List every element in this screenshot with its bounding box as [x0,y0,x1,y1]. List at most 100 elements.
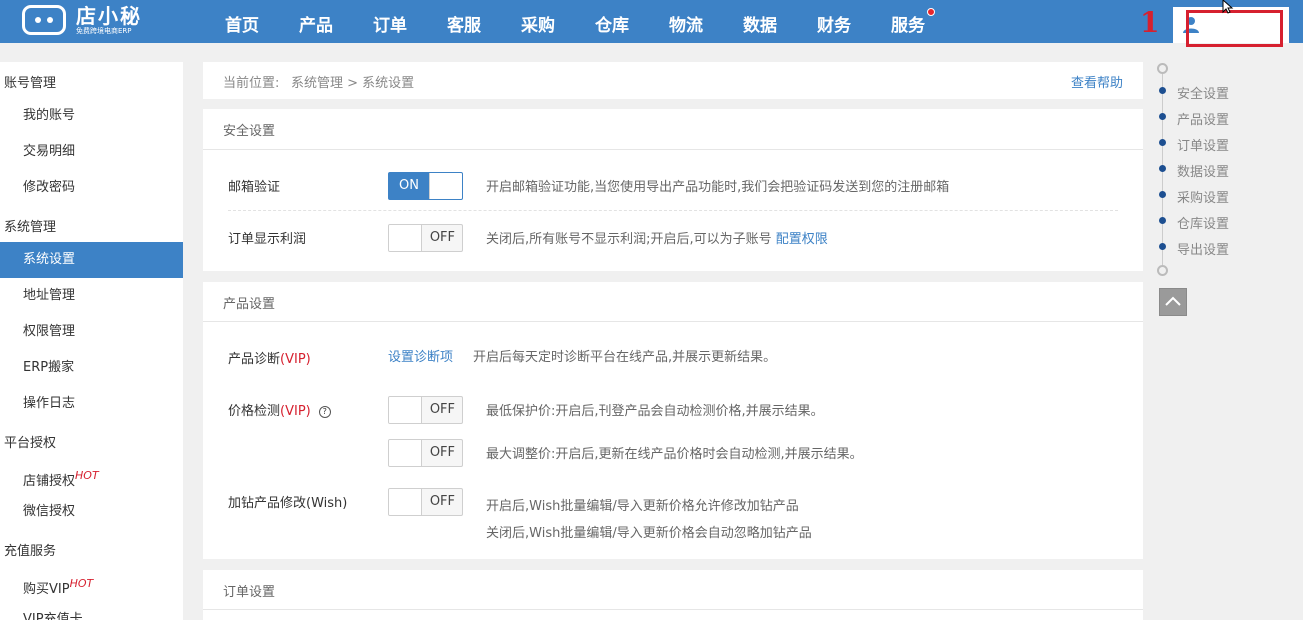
nav-purchasing[interactable]: 采购 [501,11,575,36]
toc-item-order[interactable]: 订单设置 [1177,135,1229,154]
toggle-text: OFF [429,494,455,509]
section-divider [203,149,1143,150]
sidebar-group-platform-auth: 平台授权 [4,436,57,451]
nav-logistics[interactable]: 物流 [649,11,723,36]
toc-item-product[interactable]: 产品设置 [1177,109,1229,128]
configure-permissions-link[interactable]: 配置权限 [776,232,828,247]
diamond-product-label: 加钻产品修改(Wish) [228,496,348,511]
logo-subtitle: 免费跨境电商ERP [76,27,132,35]
email-verify-toggle[interactable]: ON [388,172,463,200]
toc-dot [1159,217,1166,224]
set-diagnosis-link[interactable]: 设置诊断项 [388,346,453,365]
breadcrumb-label: 当前位置: [223,76,280,91]
nav-customer-service[interactable]: 客服 [427,11,501,36]
toggle-text: OFF [429,402,455,417]
nav-home[interactable]: 首页 [205,11,279,36]
sidebar-item-operation-log[interactable]: 操作日志 [0,386,183,422]
sidebar-group-account: 账号管理 [4,76,57,91]
order-profit-label: 订单显示利润 [228,232,307,247]
product-diagnosis-label: 产品诊断(VIP) [228,348,311,367]
vip-tag: (VIP) [280,404,311,419]
toc-item-export[interactable]: 导出设置 [1177,239,1229,258]
help-link[interactable]: 查看帮助 [1071,72,1123,91]
order-profit-desc: 关闭后,所有账号不显示利润;开启后,可以为子账号 配置权限 [486,228,828,247]
order-profit-toggle[interactable]: OFF [388,224,463,252]
nav-finance[interactable]: 财务 [797,11,871,36]
section-title: 订单设置 [223,585,276,600]
breadcrumb: 当前位置: 系统管理 > 系统设置 查看帮助 [203,62,1143,99]
section-title: 安全设置 [223,124,276,139]
toc-dot [1159,165,1166,172]
sidebar-group-system: 系统管理 [4,220,57,235]
section-divider [203,609,1143,610]
annotation-number: 1 [1140,6,1160,39]
price-check-text: 价格检测 [228,404,281,419]
logo[interactable]: 店小秘 免费跨境电商ERP [22,3,172,41]
toc-dot [1159,139,1166,146]
product-diagnosis-desc: 开启后每天定时诊断平台在线产品,并展示更新结果。 [473,350,777,365]
question-icon[interactable]: ? [318,406,331,418]
nav-warehouse[interactable]: 仓库 [575,11,649,36]
diamond-product-desc-on: 开启后,Wish批量编辑/导入更新价格允许修改加钻产品 [486,499,799,514]
toggle-text: OFF [429,445,455,460]
vip-tag: (VIP) [280,352,311,367]
sidebar-item-change-password[interactable]: 修改密码 [0,170,183,206]
diamond-product-toggle[interactable]: OFF [388,488,463,516]
order-settings-section: 订单设置 [203,570,1143,620]
toc-item-security[interactable]: 安全设置 [1177,83,1229,102]
sidebar-item-label: 店铺授权 [23,474,76,489]
toggle-knob [389,440,422,466]
toc-item-warehouse[interactable]: 仓库设置 [1177,213,1229,232]
max-price-desc: 最大调整价:开启后,更新在线产品价格时会自动检测,并展示结果。 [486,447,863,462]
sidebar-item-buy-vip[interactable]: 购买VIPHOT [0,566,183,602]
toc-dot [1159,87,1166,94]
security-settings-section: 安全设置 邮箱验证 ON 开启邮箱验证功能,当您使用导出产品功能时,我们会把验证… [203,109,1143,271]
toc-start-circle [1157,63,1168,74]
toggle-knob [389,489,422,515]
settings-toc: 安全设置 产品设置 订单设置 数据设置 采购设置 仓库设置 导出设置 [1155,62,1303,322]
row-divider [228,210,1118,211]
nav-data[interactable]: 数据 [723,11,797,36]
sidebar-item-permissions[interactable]: 权限管理 [0,314,183,350]
annotation-highlight-box [1186,10,1283,47]
toggle-knob [429,173,462,199]
sidebar: 账号管理 我的账号 交易明细 修改密码 系统管理 系统设置 地址管理 权限管理 … [0,62,183,620]
hot-badge: HOT [69,577,94,590]
sidebar-item-transactions[interactable]: 交易明细 [0,134,183,170]
toggle-text: OFF [429,230,455,245]
back-to-top-button[interactable] [1159,288,1187,316]
order-profit-desc-text: 关闭后,所有账号不显示利润;开启后,可以为子账号 [486,232,772,247]
product-settings-section: 产品设置 产品诊断(VIP) 设置诊断项 开启后每天定时诊断平台在线产品,并展示… [203,282,1143,559]
nav-products[interactable]: 产品 [279,11,353,36]
sidebar-item-store-auth[interactable]: 店铺授权HOT [0,458,183,494]
sidebar-item-vip-card[interactable]: VIP充值卡 [0,602,183,620]
product-diagnosis-text: 产品诊断 [228,352,281,367]
notification-dot [927,8,935,16]
toc-end-circle [1157,265,1168,276]
sidebar-item-wechat-auth[interactable]: 微信授权 [0,494,183,530]
toc-item-purchase[interactable]: 采购设置 [1177,187,1229,206]
sidebar-item-address[interactable]: 地址管理 [0,278,183,314]
toggle-text: ON [399,178,419,193]
sidebar-item-erp-migration[interactable]: ERP搬家 [0,350,183,386]
toc-dot [1159,243,1166,250]
mouse-cursor-icon [1222,0,1234,14]
section-divider [203,321,1143,322]
max-price-toggle[interactable]: OFF [388,439,463,467]
hot-badge: HOT [75,469,99,482]
diamond-product-desc-off: 关闭后,Wish批量编辑/导入更新价格会自动忽略加钻产品 [486,526,812,541]
price-check-label: 价格检测(VIP)? [228,400,331,419]
toc-dot [1159,191,1166,198]
toggle-knob [389,225,422,251]
toc-item-data[interactable]: 数据设置 [1177,161,1229,180]
sidebar-item-system-settings[interactable]: 系统设置 [0,242,183,278]
nav-orders[interactable]: 订单 [353,11,427,36]
toc-dot [1159,113,1166,120]
chevron-up-icon [1165,296,1181,306]
sidebar-item-my-account[interactable]: 我的账号 [0,98,183,134]
min-price-toggle[interactable]: OFF [388,396,463,424]
sidebar-group-recharge: 充值服务 [4,544,57,559]
sidebar-item-label: 购买VIP [23,582,70,597]
min-price-desc: 最低保护价:开启后,刊登产品会自动检测价格,并展示结果。 [486,404,824,419]
top-header: 店小秘 免费跨境电商ERP 首页 产品 订单 客服 采购 仓库 物流 数据 财务… [0,0,1303,47]
